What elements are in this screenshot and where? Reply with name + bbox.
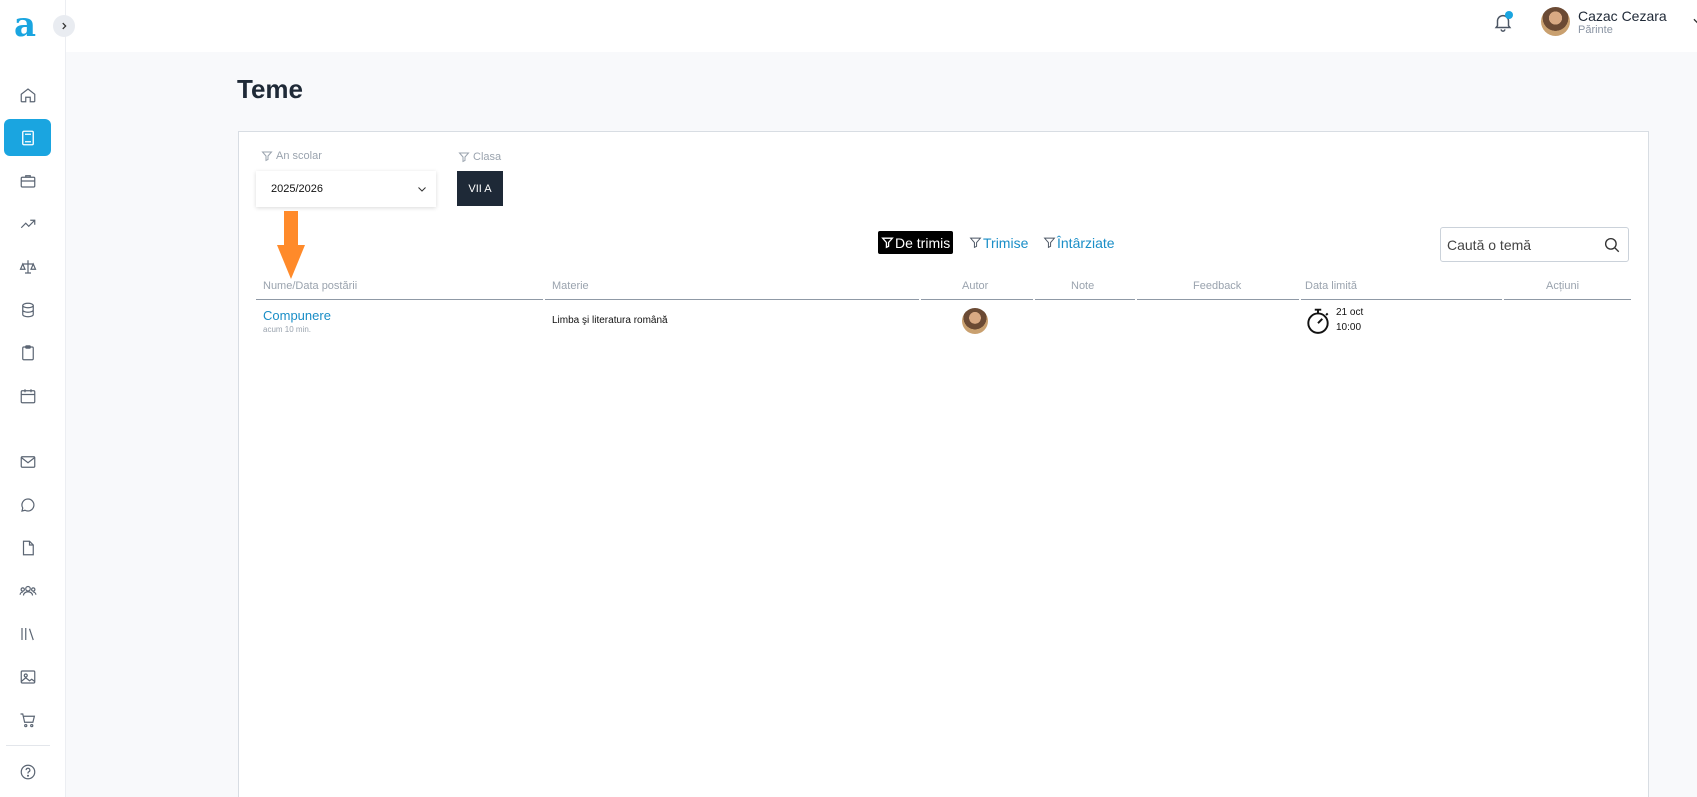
sidebar-divider xyxy=(6,745,50,746)
chevron-down-icon xyxy=(418,187,426,192)
sidebar-item-groups[interactable] xyxy=(4,572,51,609)
year-filter-text: An scolar xyxy=(276,150,322,162)
users-icon xyxy=(19,585,36,596)
class-button[interactable]: VII A xyxy=(457,171,503,206)
sidebar-expand-button[interactable] xyxy=(53,15,75,37)
user-name[interactable]: Cazac Cezara xyxy=(1578,8,1667,24)
sidebar-item-messages[interactable] xyxy=(4,443,51,480)
sidebar-item-help[interactable] xyxy=(4,753,51,790)
column-divider xyxy=(545,299,919,300)
year-filter-label: An scolar xyxy=(261,150,322,162)
tab-trimise[interactable]: Trimise xyxy=(969,231,1028,254)
book-icon xyxy=(21,130,34,145)
sidebar: a xyxy=(0,0,66,797)
tab-de-trimis[interactable]: De trimis xyxy=(878,231,954,254)
deadline-date: 21 oct xyxy=(1336,307,1364,318)
chat-icon xyxy=(20,497,34,512)
topbar: Cazac Cezara Părinte xyxy=(66,0,1697,52)
posted-time: acum 10 min. xyxy=(263,325,312,334)
sidebar-item-shop[interactable] xyxy=(4,701,51,738)
sidebar-item-evaluation[interactable] xyxy=(4,248,51,285)
column-header-name[interactable]: Nume/Data postării xyxy=(263,280,357,292)
home-icon xyxy=(20,87,35,102)
chevron-right-icon xyxy=(62,22,67,30)
column-header-deadline[interactable]: Data limită xyxy=(1305,280,1357,292)
user-avatar[interactable] xyxy=(1541,7,1570,36)
sidebar-item-home[interactable] xyxy=(4,76,51,113)
subject-cell: Limba şi literatura română xyxy=(552,315,668,326)
page-title: Teme xyxy=(237,74,303,104)
user-role: Părinte xyxy=(1578,24,1613,36)
mail-icon xyxy=(20,455,35,468)
column-divider xyxy=(1137,299,1299,300)
filter-icon xyxy=(1043,237,1056,249)
column-header-feedback[interactable]: Feedback xyxy=(1193,280,1241,292)
year-select-value: 2025/2026 xyxy=(271,183,323,195)
class-filter-label: Clasa xyxy=(458,151,501,163)
column-divider xyxy=(1035,299,1135,300)
tab-label: De trimis xyxy=(895,234,951,251)
sidebar-item-chat[interactable] xyxy=(4,486,51,523)
sidebar-item-catalog[interactable] xyxy=(4,291,51,328)
column-header-subject[interactable]: Materie xyxy=(552,280,589,292)
column-divider xyxy=(256,299,543,300)
library-icon xyxy=(20,627,34,640)
file-icon xyxy=(22,540,34,555)
chevron-down-icon[interactable] xyxy=(1691,14,1697,28)
scale-icon xyxy=(19,259,36,274)
year-select[interactable]: 2025/2026 xyxy=(256,171,436,207)
search-input[interactable] xyxy=(1447,236,1597,253)
clipboard-icon xyxy=(21,344,34,360)
homework-card: An scolar 2025/2026 Clasa VII A De trimi… xyxy=(238,131,1649,797)
sidebar-item-calendar[interactable] xyxy=(4,377,51,414)
sidebar-item-gallery[interactable] xyxy=(4,658,51,695)
trending-icon xyxy=(20,219,35,228)
image-icon xyxy=(20,669,35,684)
notification-dot xyxy=(1505,11,1513,19)
homework-link[interactable]: Compunere xyxy=(263,308,331,323)
class-filter-text: Clasa xyxy=(473,151,502,163)
deadline-time: 10:00 xyxy=(1336,322,1362,333)
sidebar-item-tests[interactable] xyxy=(4,334,51,371)
tab-label: Întârziate xyxy=(1057,234,1115,251)
sidebar-item-documents[interactable] xyxy=(4,529,51,566)
calendar-icon xyxy=(20,388,35,403)
column-header-actions: Acțiuni xyxy=(1546,280,1580,292)
tab-intarziate[interactable]: Întârziate xyxy=(1043,231,1115,254)
stopwatch-icon xyxy=(1307,308,1329,334)
sidebar-item-homework[interactable] xyxy=(4,119,51,156)
sidebar-item-progress[interactable] xyxy=(4,205,51,242)
database-icon xyxy=(21,302,34,317)
app-logo[interactable]: a xyxy=(14,8,36,42)
cart-icon xyxy=(20,712,35,727)
briefcase-icon xyxy=(20,174,35,188)
sidebar-item-portfolio[interactable] xyxy=(4,162,51,199)
filter-icon xyxy=(458,152,470,163)
search-icon[interactable] xyxy=(1603,236,1621,254)
column-header-author[interactable]: Autor xyxy=(962,280,988,292)
filter-icon xyxy=(261,151,273,162)
column-header-note[interactable]: Note xyxy=(1071,280,1094,292)
help-icon xyxy=(20,764,35,779)
column-divider xyxy=(1504,299,1631,300)
column-divider xyxy=(1301,299,1502,300)
filter-icon xyxy=(881,237,894,249)
column-divider xyxy=(921,299,1033,300)
filter-icon xyxy=(969,237,982,249)
tab-label: Trimise xyxy=(983,234,1029,251)
author-avatar xyxy=(962,308,988,334)
search-box xyxy=(1440,227,1629,262)
arrow-down-icon xyxy=(277,211,305,279)
sidebar-item-library[interactable] xyxy=(4,615,51,652)
